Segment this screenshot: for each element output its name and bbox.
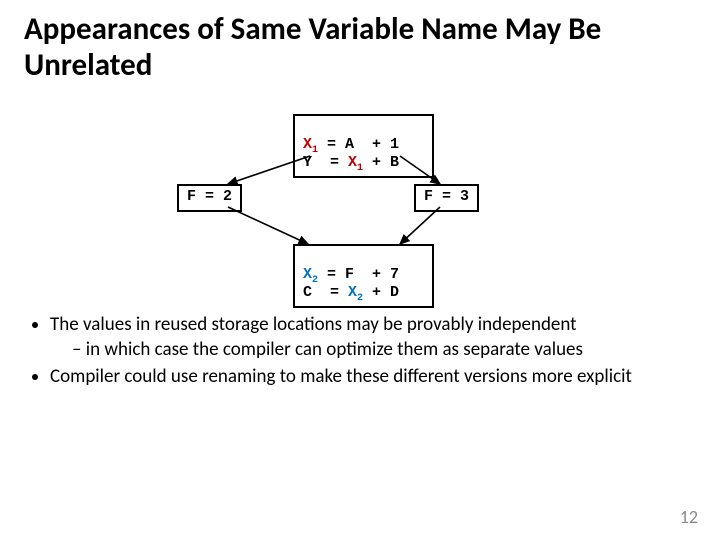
- page-number: 12: [680, 506, 698, 528]
- block-left: F = 2: [177, 184, 242, 212]
- body-text: The values in reused storage locations m…: [28, 314, 692, 392]
- bullet-1a: in which case the compiler can optimize …: [72, 339, 692, 362]
- slide-title: Appearances of Same Variable Name May Be…: [24, 12, 694, 83]
- block-bottom: X2 = F + 7 C = X2 + D: [293, 244, 434, 308]
- block-right: F = 3: [414, 184, 479, 212]
- cfg-diagram: X1 = A + 1 Y = X1 + B F = 2 F = 3 X2 = F…: [0, 108, 720, 308]
- bullet-1: The values in reused storage locations m…: [50, 314, 692, 362]
- block-top: X1 = A + 1 Y = X1 + B: [293, 114, 434, 178]
- bullet-2: Compiler could use renaming to make thes…: [50, 366, 692, 389]
